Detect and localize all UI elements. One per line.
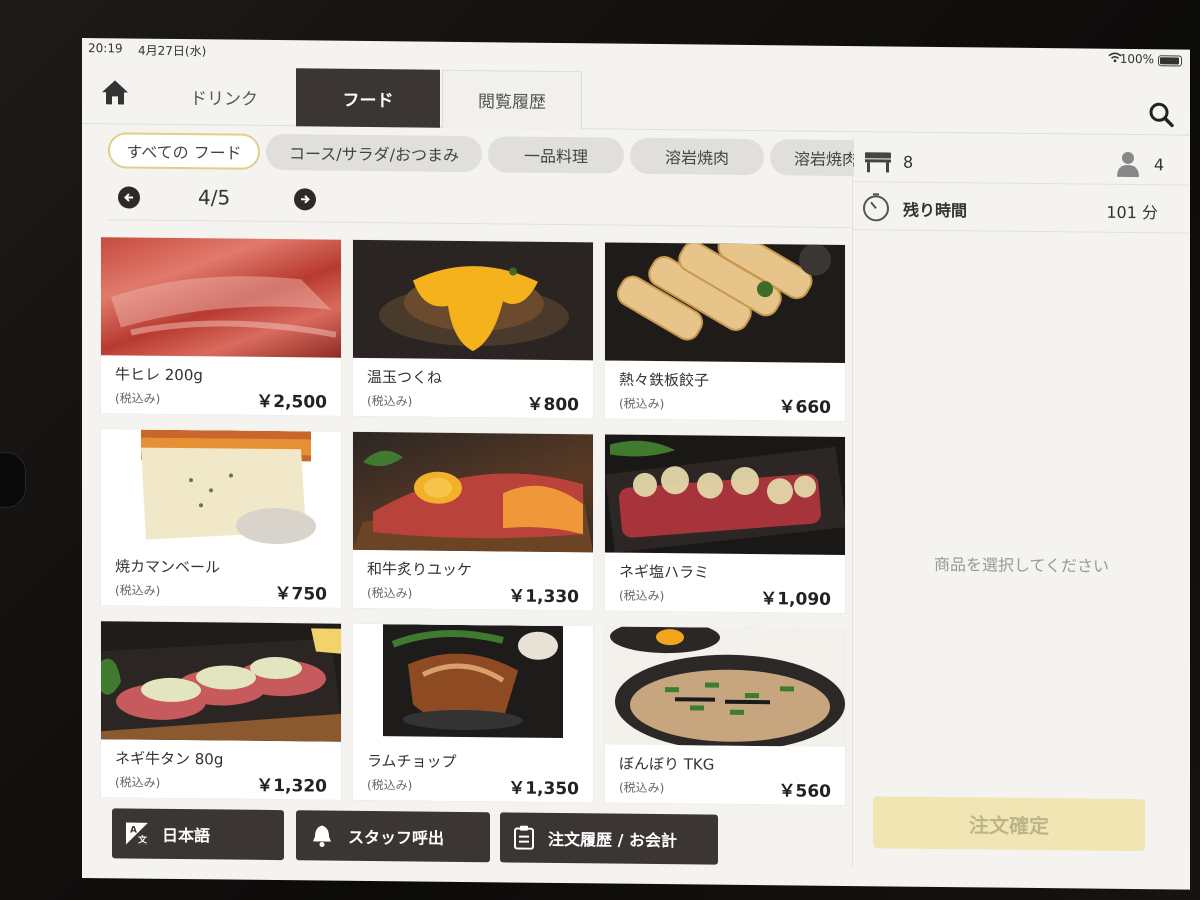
- tax-label: (税込み): [115, 391, 161, 406]
- search-icon[interactable]: [1148, 101, 1174, 128]
- tab-drink[interactable]: ドリンク: [154, 67, 294, 126]
- menu-item-name: ラムチョップ: [367, 751, 457, 771]
- battery-percent: 100%: [1119, 51, 1154, 67]
- svg-text:A: A: [130, 826, 137, 836]
- empty-cart-message: 商品を選択してください: [933, 554, 1110, 576]
- menu-item-name: 和牛炙りユッケ: [367, 559, 473, 580]
- food-photo: [353, 431, 593, 553]
- menu-card[interactable]: 温玉つくね (税込み) ￥800: [352, 238, 594, 420]
- menu-item-price: ￥2,500: [256, 391, 327, 413]
- tax-label: (税込み): [115, 583, 161, 598]
- home-icon[interactable]: [100, 78, 130, 106]
- menu-item-price: ￥800: [526, 394, 580, 416]
- prev-page-button[interactable]: [118, 186, 140, 209]
- person-icon: [1116, 151, 1140, 178]
- menu-item-price: ￥560: [778, 781, 832, 802]
- arrow-right-icon: [301, 195, 310, 204]
- category-pill-yoganyaki-2[interactable]: 溶岩焼肉: [770, 139, 854, 177]
- timer-icon: [861, 192, 891, 222]
- menu-grid: 牛ヒレ 200g (税込み) ￥2,500 温玉つくね (税込み) ￥800 熱…: [100, 236, 846, 807]
- tax-label: (税込み): [367, 393, 413, 409]
- menu-card[interactable]: 焼カマンベール (税込み) ￥750: [100, 428, 342, 609]
- arrow-left-icon: [124, 193, 133, 202]
- tablet-home-button: [0, 452, 26, 508]
- food-photo: [101, 237, 341, 358]
- menu-card[interactable]: 牛ヒレ 200g (税込み) ￥2,500: [100, 236, 342, 417]
- menu-item-price: ￥750: [274, 584, 328, 605]
- bottom-button-bar: A文 日本語 スタッフ呼出 注文履歴 / お会計: [82, 800, 852, 868]
- menu-card[interactable]: 和牛炙りユッケ (税込み) ￥1,330: [352, 430, 594, 612]
- top-tab-bar: ドリンク フード 閲覧履歴: [82, 60, 1190, 136]
- staff-call-button[interactable]: スタッフ呼出: [296, 810, 490, 863]
- food-photo: [605, 626, 845, 747]
- menu-item-price: ￥1,350: [508, 778, 579, 800]
- status-time: 20:19: [88, 41, 123, 56]
- table-number: 8: [903, 152, 914, 172]
- translate-icon: A文: [126, 822, 148, 845]
- tax-label: (税込み): [367, 777, 413, 793]
- order-history-button[interactable]: 注文履歴 / お会計: [500, 812, 718, 865]
- tax-label: (税込み): [619, 588, 665, 604]
- battery-icon: [1158, 55, 1182, 67]
- order-history-label: 注文履歴 / お会計: [548, 829, 677, 851]
- menu-item-price: ￥1,090: [760, 589, 831, 610]
- remaining-time-row: 残り時間 101 分: [853, 186, 1190, 234]
- menu-item-name: 焼カマンベール: [115, 557, 221, 577]
- category-pill-course[interactable]: コース/サラダ/おつまみ: [266, 133, 482, 173]
- menu-card[interactable]: ネギ塩ハラミ (税込み) ￥1,090: [604, 433, 846, 615]
- menu-item-name: ネギ牛タン 80g: [115, 749, 224, 769]
- food-photo: [605, 434, 845, 555]
- menu-card[interactable]: ラムチョップ (税込み) ￥1,350: [352, 622, 594, 804]
- category-pill-yoganyaki[interactable]: 溶岩焼肉: [630, 137, 764, 176]
- status-date: 4月27日(水): [138, 43, 207, 59]
- tax-label: (税込み): [367, 585, 413, 601]
- menu-item-name: 熱々鉄板餃子: [619, 370, 710, 390]
- category-pill-all[interactable]: すべての フード: [108, 132, 260, 170]
- menu-item-price: ￥1,320: [256, 775, 327, 797]
- menu-card[interactable]: ネギ牛タン 80g (税込み) ￥1,320: [100, 620, 342, 801]
- tab-history[interactable]: 閲覧履歴: [442, 69, 582, 130]
- tax-label: (税込み): [115, 775, 161, 790]
- food-photo: [353, 239, 593, 361]
- page-indicator: 4/5: [198, 185, 231, 210]
- menu-item-name: 温玉つくね: [367, 367, 443, 387]
- menu-card[interactable]: ぼんぼり TKG (税込み) ￥560: [604, 625, 846, 807]
- staff-call-label: スタッフ呼出: [348, 827, 445, 848]
- menu-item-price: ￥660: [778, 397, 832, 418]
- clipboard-icon: [514, 825, 534, 850]
- food-photo: [101, 621, 341, 742]
- people-count: 4: [1153, 155, 1164, 175]
- confirm-order-button[interactable]: 注文確定: [873, 796, 1145, 852]
- tax-label: (税込み): [619, 396, 665, 412]
- remaining-time-label: 残り時間: [903, 200, 968, 221]
- table-icon: [863, 148, 893, 174]
- language-label: 日本語: [162, 825, 211, 846]
- menu-item-price: ￥1,330: [508, 586, 579, 608]
- next-page-button[interactable]: [294, 188, 316, 211]
- bell-icon: [313, 825, 331, 848]
- table-info-row: 8 4: [853, 138, 1190, 186]
- menu-item-name: 牛ヒレ 200g: [115, 365, 203, 385]
- menu-card[interactable]: 熱々鉄板餃子 (税込み) ￥660: [604, 241, 846, 423]
- tab-food[interactable]: フード: [296, 68, 440, 128]
- svg-text:文: 文: [137, 834, 148, 845]
- food-photo: [605, 242, 845, 363]
- order-side-panel: 8 4 残り時間 101 分 商品を選択してください 注文確定: [852, 138, 1190, 872]
- food-photo: [353, 623, 593, 745]
- food-photo: [101, 429, 341, 550]
- category-bar: すべての フード コース/サラダ/おつまみ 一品料理 溶岩焼肉 溶岩焼肉: [108, 130, 854, 178]
- tax-label: (税込み): [619, 780, 665, 796]
- menu-item-name: ネギ塩ハラミ: [619, 562, 710, 582]
- remaining-time-value: 101 分: [1106, 202, 1158, 223]
- menu-item-name: ぼんぼり TKG: [619, 754, 715, 774]
- language-button[interactable]: A文 日本語: [112, 808, 284, 861]
- tablet-screen: 20:19 4月27日(水) 100% ドリンク フード 閲覧履歴 すべての フ…: [82, 38, 1190, 890]
- category-pill-ippin[interactable]: 一品料理: [488, 136, 624, 174]
- pager: 4/5: [108, 178, 854, 229]
